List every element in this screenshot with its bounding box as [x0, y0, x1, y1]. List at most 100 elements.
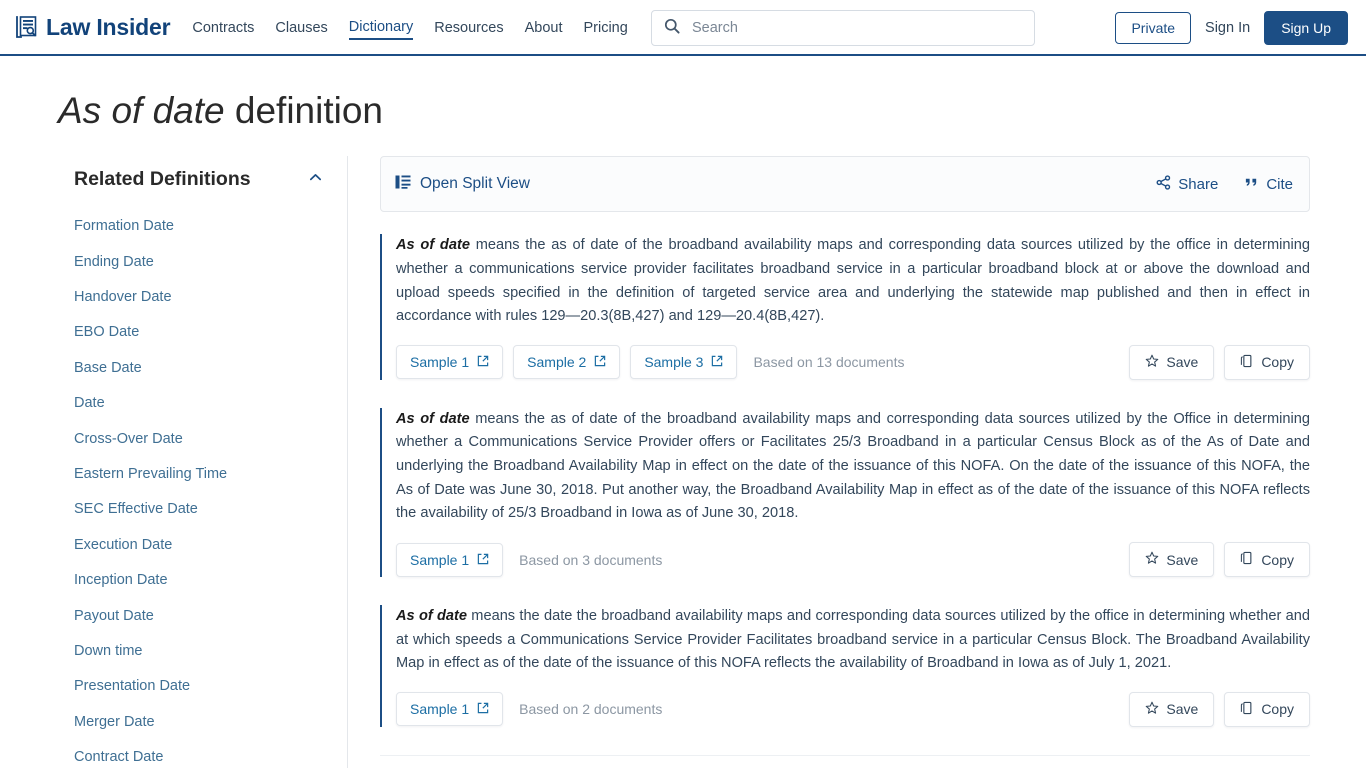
external-link-icon [477, 701, 489, 717]
sidebar-item-formation-date[interactable]: Formation Date [74, 209, 329, 244]
sidebar-item-ending-date[interactable]: Ending Date [74, 245, 329, 280]
open-split-view-label: Open Split View [420, 175, 530, 193]
definition-body: means the as of date of the broadband av… [396, 410, 1310, 522]
sample-1-button[interactable]: Sample 1 [396, 692, 504, 727]
sidebar-item-inception-date[interactable]: Inception Date [74, 563, 329, 598]
page-title-suffix: definition [224, 90, 383, 131]
search-input[interactable] [690, 19, 1022, 37]
cite-label: Cite [1266, 175, 1293, 193]
external-link-icon [711, 354, 723, 370]
nav-item-resources[interactable]: Resources [434, 16, 503, 39]
save-label: Save [1166, 354, 1199, 371]
definition-right-actions: Save Copy [1129, 691, 1310, 727]
copy-button[interactable]: Copy [1224, 344, 1310, 380]
page-title-term: As of date [58, 90, 225, 131]
based-on-label: Based on 13 documents [753, 354, 905, 371]
definition-card-actions: Sample 1 Based on 3 documents Save Copy [396, 542, 1310, 578]
copy-label: Copy [1261, 551, 1294, 568]
search-box[interactable] [651, 10, 1035, 46]
nav-item-dictionary[interactable]: Dictionary [348, 15, 414, 40]
sidebar-item-eastern-prevailing-time[interactable]: Eastern Prevailing Time [74, 457, 329, 492]
definitions-main: Open Split View Share Cite As of date me… [348, 156, 1366, 756]
copy-button[interactable]: Copy [1224, 691, 1310, 727]
star-icon [1145, 701, 1159, 718]
copy-button[interactable]: Copy [1224, 542, 1310, 578]
chevron-up-icon[interactable] [308, 170, 323, 190]
definition-term: As of date [396, 608, 468, 625]
site-logo[interactable]: Law Insider [14, 13, 171, 41]
nav-item-contracts[interactable]: Contracts [192, 16, 254, 39]
definition-card-actions: Sample 1 Sample 2 Sample 3 Based on 13 d… [396, 344, 1310, 380]
sidebar-item-ebo-date[interactable]: EBO Date [74, 315, 329, 350]
save-button[interactable]: Save [1129, 344, 1215, 380]
definition-text: As of date means the date the broadband … [396, 605, 1310, 676]
related-definitions-sidebar: Related Definitions Formation Date Endin… [58, 156, 348, 768]
search-icon [664, 18, 680, 39]
open-split-view-button[interactable]: Open Split View [395, 174, 530, 195]
copy-icon [1240, 354, 1254, 371]
sidebar-item-down-time[interactable]: Down time [74, 634, 329, 669]
sidebar-item-execution-date[interactable]: Execution Date [74, 528, 329, 563]
copy-label: Copy [1261, 701, 1294, 718]
sidebar-item-presentation-date[interactable]: Presentation Date [74, 669, 329, 704]
copy-icon [1240, 701, 1254, 718]
sample-3-button[interactable]: Sample 3 [630, 345, 738, 380]
sidebar-item-payout-date[interactable]: Payout Date [74, 599, 329, 634]
nav-item-pricing[interactable]: Pricing [583, 16, 627, 39]
main-nav: Contracts Clauses Dictionary Resources A… [192, 15, 628, 40]
sample-1-label: Sample 1 [410, 701, 470, 718]
definition-card: As of date means the as of date of the b… [380, 234, 1310, 380]
based-on-label: Based on 3 documents [519, 551, 663, 568]
share-label: Share [1178, 175, 1219, 193]
definition-text: As of date means the as of date of the b… [396, 408, 1310, 526]
cite-button[interactable]: Cite [1244, 175, 1293, 194]
definition-card: As of date means the date the broadband … [380, 605, 1310, 727]
section-divider [380, 754, 1310, 756]
toolbar-actions: Share Cite [1156, 175, 1293, 194]
private-button[interactable]: Private [1115, 12, 1192, 44]
sidebar-item-date[interactable]: Date [74, 386, 329, 421]
sidebar-item-cross-over-date[interactable]: Cross-Over Date [74, 422, 329, 457]
page-title: As of date definition [0, 56, 1366, 134]
logo-text: Law Insider [46, 13, 171, 40]
share-button[interactable]: Share [1156, 175, 1218, 194]
sidebar-item-merger-date[interactable]: Merger Date [74, 705, 329, 740]
sidebar-item-handover-date[interactable]: Handover Date [74, 280, 329, 315]
sample-2-label: Sample 2 [527, 354, 587, 371]
quote-icon [1244, 175, 1259, 194]
external-link-icon [594, 354, 606, 370]
sidebar-item-base-date[interactable]: Base Date [74, 351, 329, 386]
copy-label: Copy [1261, 354, 1294, 371]
save-button[interactable]: Save [1129, 542, 1215, 578]
external-link-icon [477, 354, 489, 370]
sample-1-label: Sample 1 [410, 354, 470, 371]
definition-toolbar: Open Split View Share Cite [380, 156, 1310, 213]
definition-term: As of date [396, 237, 470, 254]
site-header: Law Insider Contracts Clauses Dictionary… [0, 0, 1366, 56]
sidebar-item-contract-date[interactable]: Contract Date [74, 740, 329, 768]
definition-right-actions: Save Copy [1129, 542, 1310, 578]
save-button[interactable]: Save [1129, 691, 1215, 727]
nav-item-about[interactable]: About [525, 16, 563, 39]
sample-1-button[interactable]: Sample 1 [396, 345, 504, 380]
sign-up-button[interactable]: Sign Up [1264, 11, 1348, 45]
definition-body: means the as of date of the broadband av… [396, 237, 1310, 325]
split-view-icon [395, 174, 411, 195]
sidebar-header-toggle[interactable]: Related Definitions [74, 156, 329, 201]
definition-term: As of date [396, 410, 470, 427]
definition-card: As of date means the as of date of the b… [380, 407, 1310, 578]
sign-in-button[interactable]: Sign In [1201, 13, 1254, 43]
external-link-icon [477, 552, 489, 568]
share-icon [1156, 175, 1171, 194]
sidebar-title: Related Definitions [74, 168, 251, 191]
copy-icon [1240, 551, 1254, 568]
document-search-icon [14, 15, 38, 39]
sidebar-item-sec-effective-date[interactable]: SEC Effective Date [74, 492, 329, 527]
nav-item-clauses[interactable]: Clauses [275, 16, 327, 39]
based-on-label: Based on 2 documents [519, 701, 663, 718]
star-icon [1145, 354, 1159, 371]
definition-right-actions: Save Copy [1129, 344, 1310, 380]
sidebar-list: Formation Date Ending Date Handover Date… [74, 209, 329, 768]
sample-2-button[interactable]: Sample 2 [513, 345, 621, 380]
sample-1-button[interactable]: Sample 1 [396, 542, 504, 577]
